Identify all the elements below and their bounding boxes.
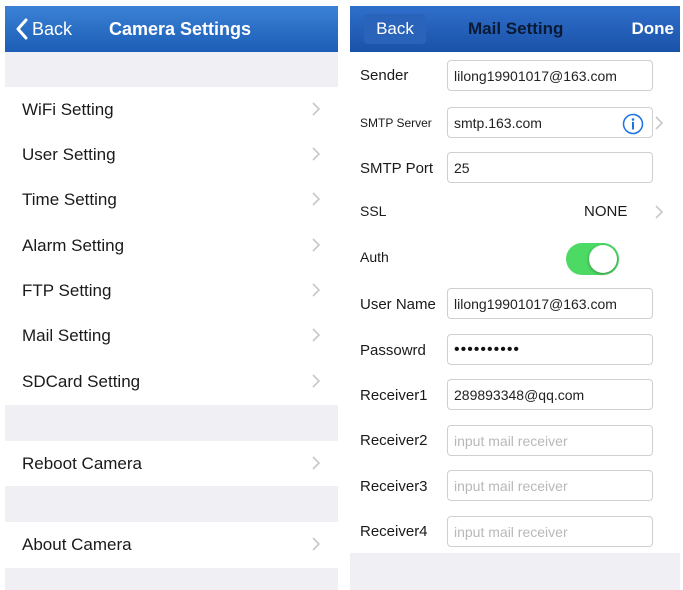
receiver3-field[interactable] [447,470,653,501]
section-separator [5,405,338,441]
receiver4-label: Receiver4 [360,523,428,540]
sender-field[interactable] [447,60,653,91]
auth-label: Auth [360,249,389,265]
receiver1-field[interactable] [447,379,653,410]
sender-label: Sender [360,67,409,84]
reboot-camera-item[interactable]: Reboot Camera [5,441,338,486]
section-separator [5,486,338,522]
username-field[interactable] [447,288,653,319]
chevron-right-icon [312,537,320,551]
ssl-value[interactable]: NONE [584,203,627,220]
chevron-right-icon [655,116,663,130]
mail-setting-screen: Back Mail Setting Done Sender SMTP Serve… [347,0,683,590]
about-camera-item[interactable]: About Camera [5,522,338,567]
section-separator [5,568,338,590]
password-label: Passowrd [360,342,426,359]
menu-item-label: Alarm Setting [22,235,125,255]
menu-item-label: WiFi Setting [22,99,114,119]
chevron-right-icon [312,102,320,116]
receiver2-field[interactable] [447,425,653,456]
username-label: User Name [360,296,436,313]
menu-item-label: Mail Setting [22,325,111,345]
chevron-right-icon [312,456,320,470]
section-separator [350,553,680,590]
menu-item-alarm-setting[interactable]: Alarm Setting [5,223,338,268]
chevron-right-icon [312,238,320,252]
receiver4-field[interactable] [447,516,653,547]
smtp-server-label: SMTP Server [360,116,432,130]
password-field[interactable]: •••••••••• [447,334,653,365]
menu-item-user-setting[interactable]: User Setting [5,132,338,177]
menu-item-label: FTP Setting [22,280,112,300]
menu-item-time-setting[interactable]: Time Setting [5,177,338,222]
chevron-right-icon [312,328,320,342]
menu-item-label: SDCard Setting [22,371,141,391]
receiver1-label: Receiver1 [360,387,428,404]
menu-item-label: Time Setting [22,189,117,209]
camera-settings-navbar: Back Camera Settings [5,6,338,52]
menu-item-sdcard-setting[interactable]: SDCard Setting [5,359,338,404]
receiver3-label: Receiver3 [360,478,428,495]
back-button[interactable]: Back [15,6,72,52]
receiver2-label: Receiver2 [360,432,428,449]
ssl-label: SSL [360,203,387,219]
back-button[interactable]: Back [364,14,426,44]
page-title: Camera Settings [109,19,252,39]
menu-item-ftp-setting[interactable]: FTP Setting [5,268,338,313]
back-label: Back [32,18,73,39]
section-separator [5,52,338,87]
info-icon[interactable] [622,113,644,135]
chevron-right-icon [312,283,320,297]
menu-item-wifi-setting[interactable]: WiFi Setting [5,87,338,132]
page-title: Mail Setting [468,19,564,38]
camera-settings-screen: Back Camera Settings WiFi Setting User S… [0,0,338,590]
chevron-right-icon[interactable] [655,205,663,219]
smtp-port-label: SMTP Port [360,160,434,177]
toggle-knob [589,245,617,273]
chevron-right-icon [312,374,320,388]
chevron-right-icon [312,192,320,206]
auth-toggle[interactable] [566,243,619,275]
mail-setting-navbar: Back Mail Setting Done [350,6,680,52]
chevron-left-icon [16,18,28,40]
menu-item-label: About Camera [22,534,132,554]
chevron-right-icon [312,147,320,161]
smtp-port-field[interactable] [447,152,653,183]
menu-item-label: Reboot Camera [22,453,143,473]
menu-item-label: User Setting [22,144,116,164]
menu-item-mail-setting[interactable]: Mail Setting [5,313,338,358]
done-button[interactable]: Done [632,6,675,52]
